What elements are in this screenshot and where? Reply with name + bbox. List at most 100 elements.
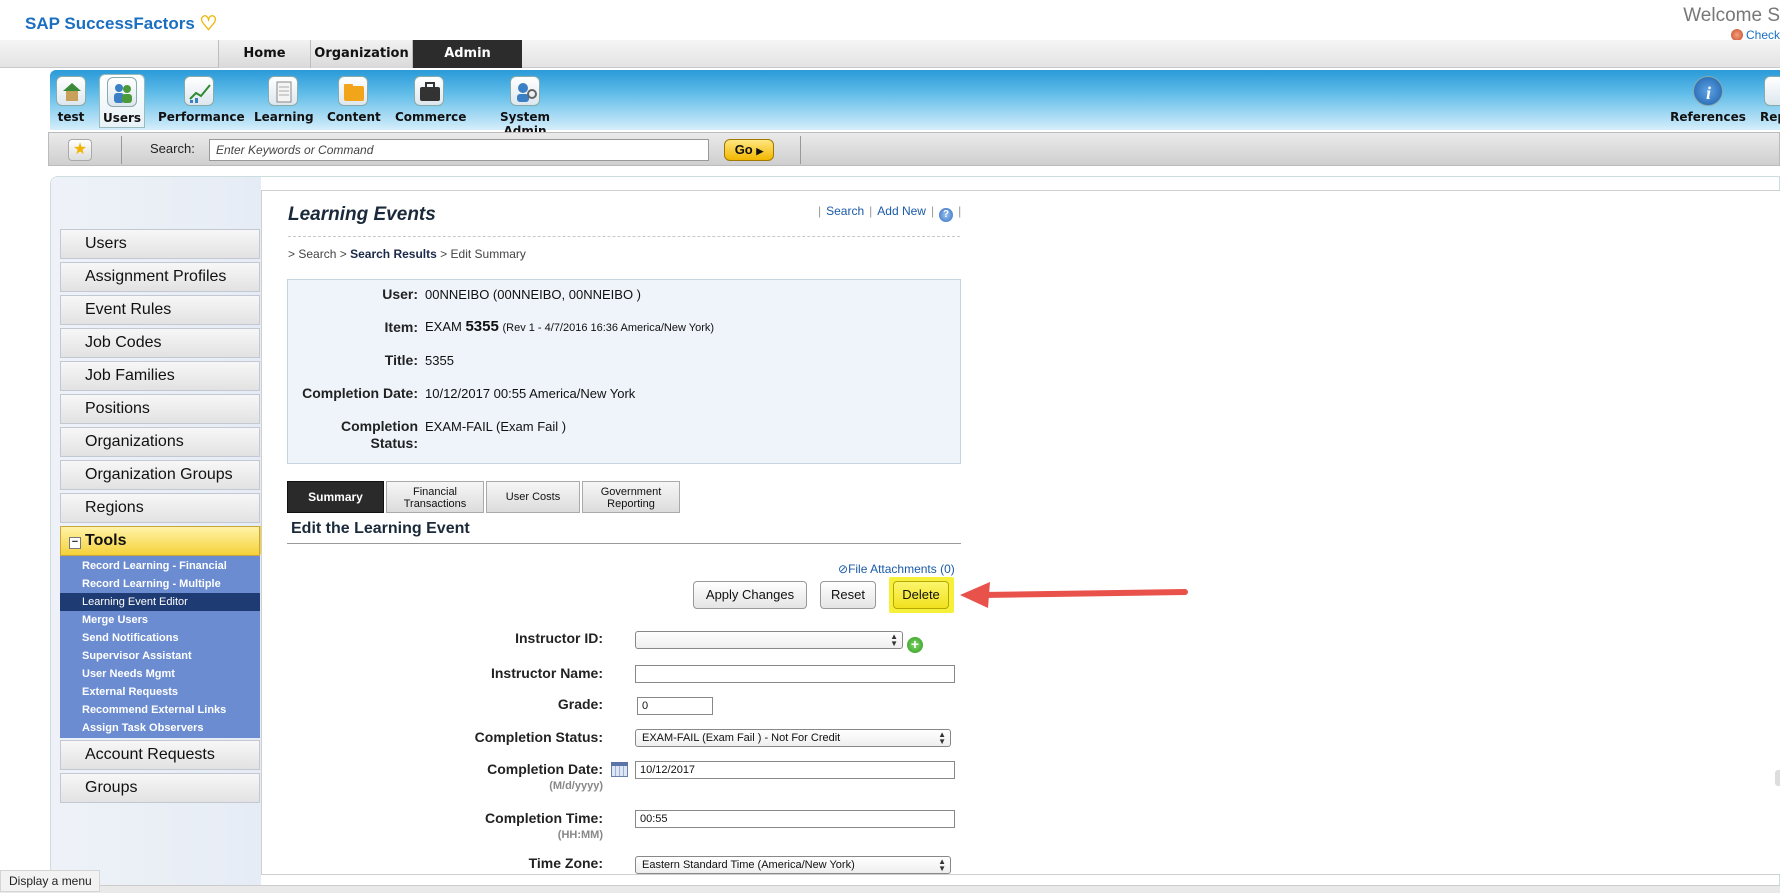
reset-button[interactable]: Reset: [820, 581, 876, 609]
submenu-assign-task-observers[interactable]: Assign Task Observers: [82, 722, 203, 734]
sidebar-item-event-rules[interactable]: Event Rules: [60, 295, 260, 325]
crumb-sep: >: [440, 247, 448, 261]
instructor-id-select[interactable]: ▲ ▼: [635, 631, 903, 649]
module-users[interactable]: Users: [99, 74, 145, 128]
sidebar-item-regions[interactable]: Regions: [60, 493, 260, 523]
section-heading: Edit the Learning Event: [291, 520, 470, 537]
scroll-handle[interactable]: [1775, 770, 1780, 786]
crumb-sep: >: [288, 247, 296, 261]
item-label: Item:: [384, 319, 418, 335]
module-label: Commerce: [395, 110, 467, 124]
add-icon[interactable]: +: [907, 637, 923, 653]
search-input[interactable]: Enter Keywords or Command: [209, 139, 709, 161]
submenu-external-requests[interactable]: External Requests: [82, 686, 178, 698]
apply-changes-button[interactable]: Apply Changes: [693, 581, 807, 609]
completion-date-value: 10/12/2017 00:55 America/New York: [425, 386, 636, 401]
module-system-admin[interactable]: System Admin: [480, 74, 570, 138]
divider: [287, 543, 961, 544]
search-link[interactable]: Search: [826, 204, 864, 218]
grade-input[interactable]: 0: [637, 697, 713, 715]
sidebar-item-groups[interactable]: Groups: [60, 773, 260, 803]
submenu-recommend-external-links[interactable]: Recommend External Links: [82, 704, 226, 716]
item-id: 5355: [465, 318, 499, 335]
sidebar-item-assignment-profiles[interactable]: Assignment Profiles: [60, 262, 260, 292]
crumb-search-results[interactable]: Search Results: [350, 247, 437, 261]
module-label: Rep: [1760, 110, 1780, 124]
sidebar-item-organization-groups[interactable]: Organization Groups: [60, 460, 260, 490]
submenu-record-learning-financial[interactable]: Record Learning - Financial: [82, 560, 227, 572]
add-new-link[interactable]: Add New: [877, 204, 926, 218]
crumb-search[interactable]: Search: [298, 247, 336, 261]
completion-status-label: Completion Status:: [288, 418, 418, 452]
chevron-updown-icon: ▲ ▼: [938, 857, 946, 873]
document-icon: [268, 76, 298, 106]
briefcase-icon: [414, 76, 444, 106]
module-performance[interactable]: Performance: [158, 74, 245, 128]
page-links: | Search | Add New |? |: [818, 204, 962, 222]
collapse-icon[interactable]: −: [69, 537, 81, 549]
sidebar-item-tools[interactable]: − Tools: [60, 526, 260, 556]
submenu-merge-users[interactable]: Merge Users: [82, 614, 148, 626]
go-button[interactable]: Go ▶: [724, 139, 774, 161]
completion-date-field-label: Completion Date:: [487, 761, 603, 777]
tab-financial-transactions[interactable]: Financial Transactions: [386, 481, 484, 513]
tab-admin[interactable]: Admin: [412, 40, 522, 68]
home-icon: [56, 76, 86, 106]
module-content[interactable]: Content: [327, 74, 381, 128]
title-label: Title:: [384, 352, 418, 368]
submenu-learning-event-editor[interactable]: Learning Event Editor: [82, 596, 188, 608]
completion-time-input[interactable]: 00:55: [635, 810, 955, 828]
file-attachments-label: File Attachments (0): [848, 562, 955, 576]
submenu-send-notifications[interactable]: Send Notifications: [82, 632, 179, 644]
completion-status-select[interactable]: EXAM-FAIL (Exam Fail ) - Not For Credit ▲…: [635, 729, 951, 747]
submenu-user-needs-mgmt[interactable]: User Needs Mgmt: [82, 668, 175, 680]
sidebar-item-account-requests[interactable]: Account Requests: [60, 740, 260, 770]
sidebar-item-organizations[interactable]: Organizations: [60, 427, 260, 457]
completion-date-hint: (M/d/yyyy): [549, 780, 603, 792]
divider: [800, 136, 801, 164]
breadcrumb: > Search > Search Results > Edit Summary: [288, 247, 526, 261]
tab-home[interactable]: Home: [218, 40, 310, 68]
tab-label-line1: Government: [600, 486, 662, 498]
calendar-icon[interactable]: [611, 762, 628, 777]
sidebar-item-job-codes[interactable]: Job Codes: [60, 328, 260, 358]
page-title: Learning Events: [288, 204, 436, 225]
item-value: EXAM 5355 (Rev 1 - 4/7/2016 16:36 Americ…: [425, 318, 714, 335]
delete-button[interactable]: Delete: [893, 581, 949, 609]
file-attachments-link[interactable]: ⊘File Attachments (0): [838, 562, 955, 576]
tab-summary[interactable]: Summary: [287, 481, 384, 513]
module-references[interactable]: i References: [1670, 74, 1746, 128]
tab-organization[interactable]: Organization: [310, 40, 412, 68]
instructor-name-input[interactable]: [635, 665, 955, 683]
title-value: 5355: [425, 353, 454, 368]
module-label: Users: [102, 111, 142, 125]
module-label: References: [1670, 110, 1746, 124]
sidebar-item-positions[interactable]: Positions: [60, 394, 260, 424]
module-learning[interactable]: Learning: [254, 74, 314, 128]
module-test[interactable]: test: [52, 74, 90, 128]
star-icon[interactable]: ★: [68, 139, 92, 161]
status-bar: [0, 885, 1780, 893]
instructor-name-label: Instructor Name:: [490, 665, 603, 681]
module-label: Performance: [158, 110, 245, 124]
tab-government-reporting[interactable]: Government Reporting: [582, 481, 680, 513]
time-zone-select[interactable]: Eastern Standard Time (America/New York)…: [635, 856, 951, 874]
submenu-supervisor-assistant[interactable]: Supervisor Assistant: [82, 650, 192, 662]
completion-date-label: Completion Date:: [302, 385, 418, 401]
tab-user-costs[interactable]: User Costs: [486, 481, 580, 513]
chevron-updown-icon: ▲ ▼: [890, 632, 898, 648]
chevron-updown-icon: ▲ ▼: [938, 730, 946, 746]
completion-date-input[interactable]: 10/12/2017: [635, 761, 955, 779]
brand-logo[interactable]: SAP SuccessFactors ♡: [25, 10, 217, 35]
module-reports[interactable]: Rep: [1760, 74, 1780, 128]
sidebar-item-job-families[interactable]: Job Families: [60, 361, 260, 391]
sidebar-item-users[interactable]: Users: [60, 229, 260, 259]
report-icon: [1764, 76, 1780, 106]
module-commerce[interactable]: Commerce: [395, 74, 467, 128]
welcome-text: Welcome S: [1683, 5, 1780, 26]
svg-text:i: i: [1706, 83, 1711, 103]
submenu-record-learning-multiple[interactable]: Record Learning - Multiple: [82, 578, 221, 590]
help-icon[interactable]: ?: [939, 208, 954, 222]
module-label: test: [57, 110, 85, 124]
crumb-sep: >: [339, 247, 347, 261]
